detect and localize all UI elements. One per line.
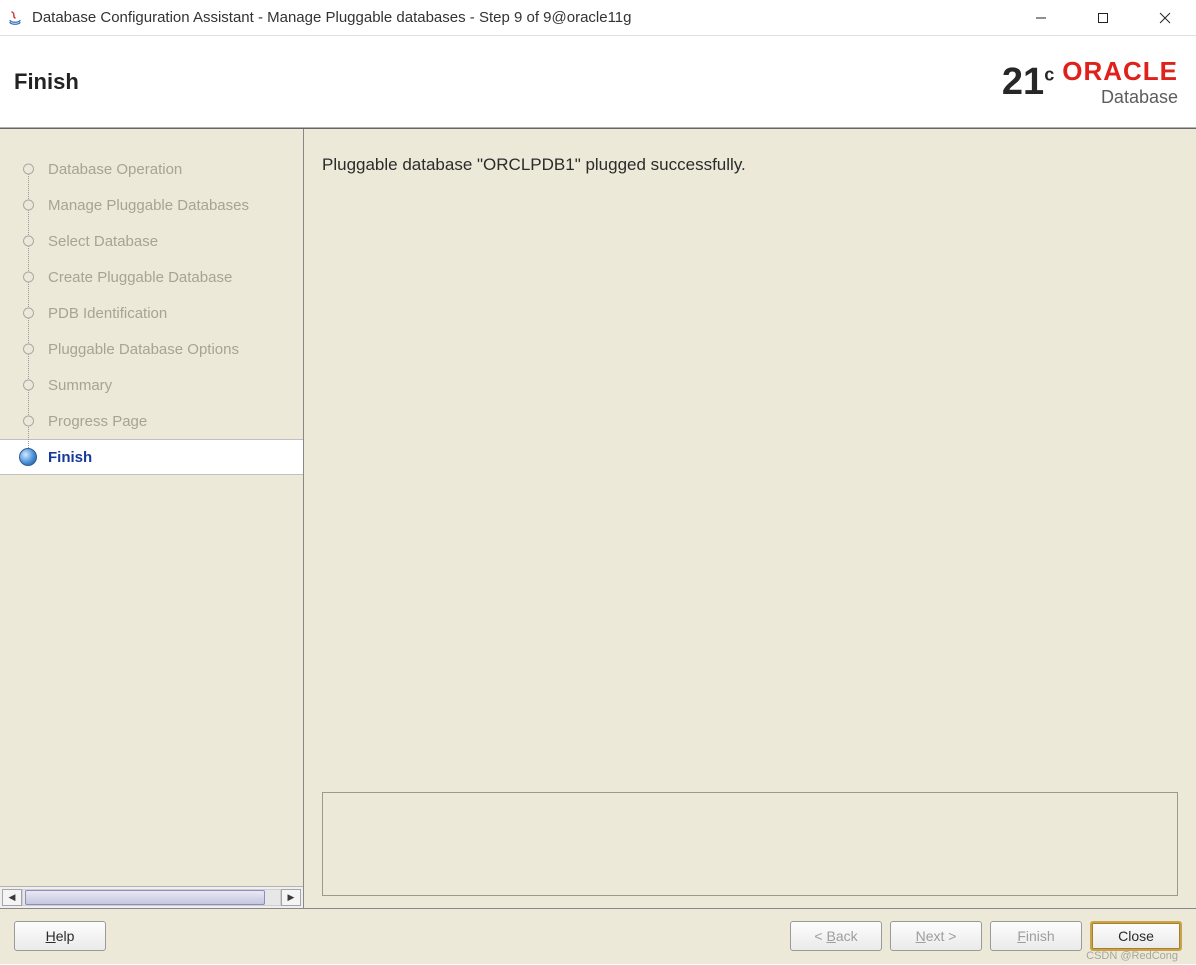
- step-bullet-icon: [23, 236, 34, 247]
- scroll-thumb[interactable]: [25, 890, 265, 905]
- window-titlebar: Database Configuration Assistant - Manag…: [0, 0, 1196, 36]
- wizard-step-sidebar: Database Operation Manage Pluggable Datab…: [0, 129, 304, 908]
- close-button[interactable]: Close: [1090, 921, 1182, 951]
- close-window-button[interactable]: [1134, 2, 1196, 34]
- wizard-step: Summary: [0, 367, 303, 403]
- back-button[interactable]: < Back: [790, 921, 882, 951]
- wizard-step: Manage Pluggable Databases: [0, 187, 303, 223]
- wizard-step: Finish: [0, 439, 303, 475]
- wizard-step-list: Database Operation Manage Pluggable Datab…: [0, 129, 303, 886]
- finish-button[interactable]: Finish: [990, 921, 1082, 951]
- minimize-button[interactable]: [1010, 2, 1072, 34]
- header-banner: Finish 21c ORACLE Database: [0, 36, 1196, 128]
- content-pane: Pluggable database "ORCLPDB1" plugged su…: [304, 129, 1196, 908]
- wizard-step: Pluggable Database Options: [0, 331, 303, 367]
- brand-version-number: 21: [1002, 61, 1044, 103]
- java-app-icon: [6, 9, 24, 27]
- step-bullet-icon: [23, 416, 34, 427]
- maximize-button[interactable]: [1072, 2, 1134, 34]
- window-title: Database Configuration Assistant - Manag…: [32, 9, 1010, 26]
- wizard-step: PDB Identification: [0, 295, 303, 331]
- window-controls: [1010, 2, 1196, 34]
- wizard-step: Create Pluggable Database: [0, 259, 303, 295]
- wizard-step: Progress Page: [0, 403, 303, 439]
- sidebar-horizontal-scrollbar[interactable]: ◀ ▶: [0, 886, 303, 908]
- brand-version-suffix: c: [1044, 64, 1054, 84]
- wizard-step-label: Progress Page: [48, 413, 147, 430]
- brand-block: 21c ORACLE Database: [1002, 56, 1178, 108]
- wizard-footer: Help < Back Next > Finish Close CSDN @Re…: [0, 908, 1196, 964]
- wizard-step-label: Manage Pluggable Databases: [48, 197, 249, 214]
- step-bullet-icon: [23, 308, 34, 319]
- wizard-step: Database Operation: [0, 151, 303, 187]
- wizard-step-label: Finish: [48, 449, 92, 466]
- wizard-step: Select Database: [0, 223, 303, 259]
- step-bullet-icon: [23, 380, 34, 391]
- brand-database-text: Database: [1101, 87, 1178, 108]
- wizard-step-label: Select Database: [48, 233, 158, 250]
- brand-oracle-text: ORACLE: [1062, 56, 1178, 87]
- scroll-track[interactable]: [22, 889, 281, 906]
- brand-version: 21c: [1002, 63, 1054, 101]
- step-bullet-icon: [23, 164, 34, 175]
- details-output-box: [322, 792, 1178, 896]
- success-message: Pluggable database "ORCLPDB1" plugged su…: [322, 155, 1178, 175]
- wizard-step-label: PDB Identification: [48, 305, 167, 322]
- help-button[interactable]: Help: [14, 921, 106, 951]
- scroll-left-arrow-icon[interactable]: ◀: [2, 889, 22, 906]
- wizard-step-label: Pluggable Database Options: [48, 341, 239, 358]
- step-bullet-active-icon: [19, 448, 37, 466]
- step-bullet-icon: [23, 272, 34, 283]
- next-button[interactable]: Next >: [890, 921, 982, 951]
- scroll-right-arrow-icon[interactable]: ▶: [281, 889, 301, 906]
- help-button-rest: elp: [56, 928, 75, 944]
- wizard-step-label: Database Operation: [48, 161, 182, 178]
- wizard-step-label: Create Pluggable Database: [48, 269, 232, 286]
- page-title: Finish: [14, 69, 79, 95]
- watermark-text: CSDN @RedCong: [1086, 950, 1178, 962]
- step-bullet-icon: [23, 344, 34, 355]
- step-bullet-icon: [23, 200, 34, 211]
- wizard-step-label: Summary: [48, 377, 112, 394]
